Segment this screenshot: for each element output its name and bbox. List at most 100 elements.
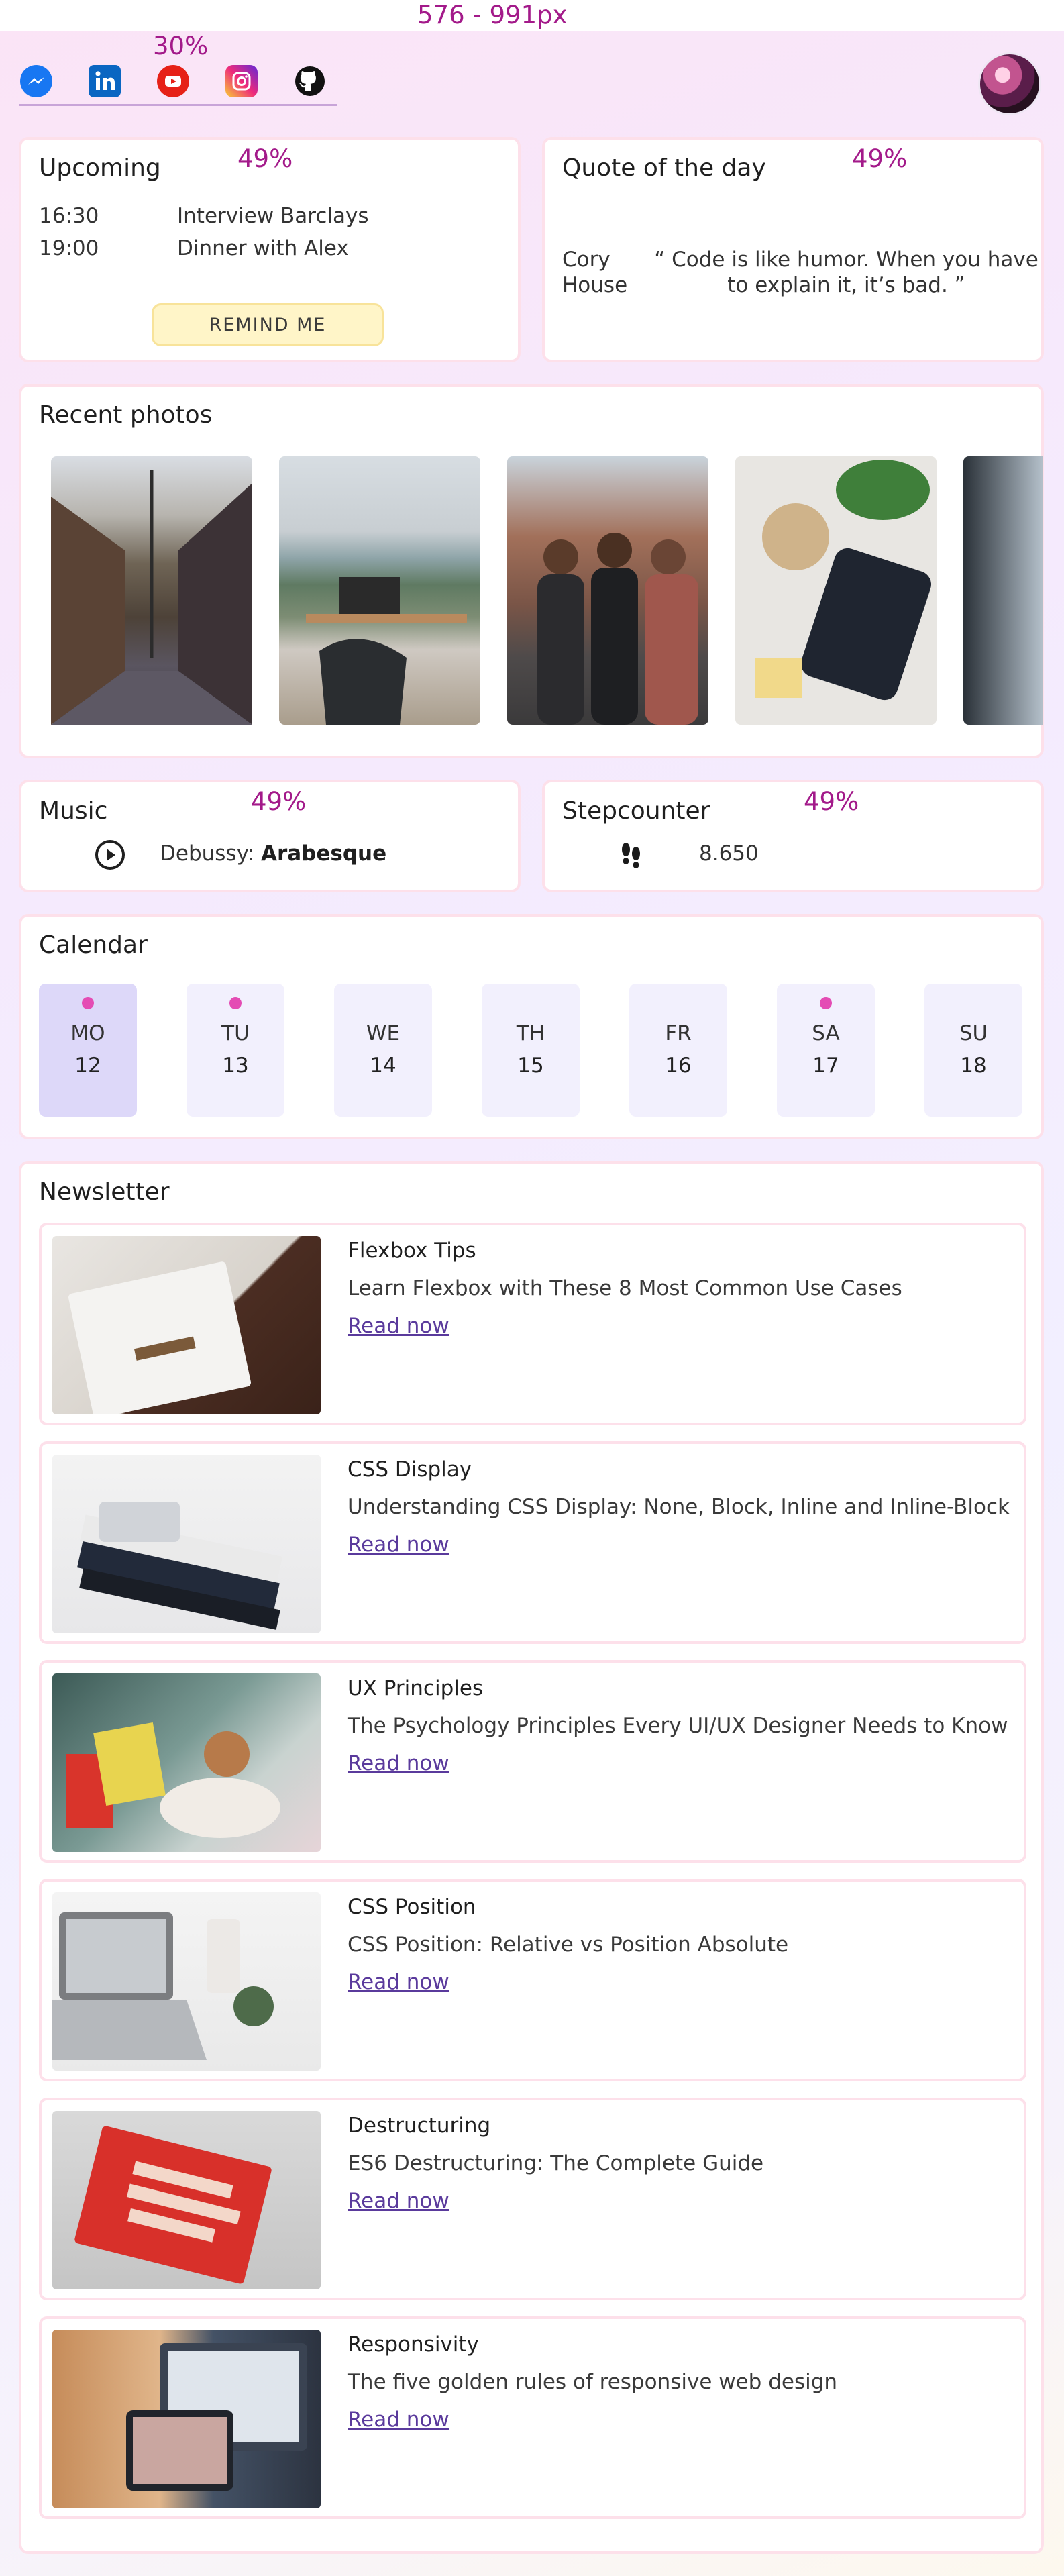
day-number: 18 — [960, 1053, 987, 1078]
day-name: WE — [366, 1021, 401, 1045]
read-now-link[interactable]: Read now — [348, 1970, 449, 1994]
footsteps-icon — [615, 839, 647, 876]
play-icon[interactable] — [94, 839, 126, 871]
event-dot — [82, 997, 94, 1009]
event-dot — [820, 997, 832, 1009]
article-title: UX Principles — [348, 1676, 484, 1700]
day-name: FR — [665, 1021, 692, 1045]
github-icon[interactable] — [294, 65, 326, 97]
day-number: 15 — [517, 1053, 544, 1078]
newsletter-card: Newsletter Flexbox Tips Learn Flexbox wi… — [19, 1161, 1044, 2554]
calendar-title: Calendar — [39, 931, 148, 959]
calendar-day[interactable]: WE 14 — [334, 984, 432, 1117]
track-title: Arabesque — [260, 841, 387, 866]
photo-friends[interactable] — [507, 456, 708, 725]
article-title: Responsivity — [348, 2332, 479, 2357]
photo-strip[interactable] — [51, 456, 1043, 725]
newsletter-item: Flexbox Tips Learn Flexbox with These 8 … — [39, 1223, 1026, 1425]
article-description: The Psychology Principles Every UI/UX De… — [348, 1714, 1008, 1738]
upcoming-card: Upcoming 49% 16:30 Interview Barclays 19… — [19, 137, 521, 362]
newsletter-title: Newsletter — [39, 1178, 170, 1206]
article-title: CSS Position — [348, 1895, 476, 1919]
article-description: The five golden rules of responsive web … — [348, 2370, 838, 2394]
day-number: 13 — [222, 1053, 249, 1078]
breakpoint-label: 576 - 991px — [417, 1, 568, 30]
day-number: 17 — [812, 1053, 839, 1078]
read-now-link[interactable]: Read now — [348, 2189, 449, 2213]
calendar-day[interactable]: SA 17 — [777, 984, 875, 1117]
article-title: CSS Display — [348, 1457, 472, 1482]
music-card: Music 49% Debussy: Arabesque — [19, 780, 521, 892]
article-description: Understanding CSS Display: None, Block, … — [348, 1495, 1010, 1519]
calendar-day[interactable]: TU 13 — [187, 984, 284, 1117]
newsletter-item: Destructuring ES6 Destructuring: The Com… — [39, 2098, 1026, 2300]
day-number: 12 — [74, 1053, 101, 1078]
quote-card: Quote of the day 49% Cory House “ Code i… — [542, 137, 1044, 362]
article-image — [52, 1455, 321, 1633]
play-button[interactable] — [94, 839, 126, 876]
article-description: CSS Position: Relative vs Position Absol… — [348, 1933, 789, 1957]
social-width-label: 30% — [153, 32, 209, 60]
article-image — [52, 1236, 321, 1414]
read-now-link[interactable]: Read now — [348, 1751, 449, 1775]
linkedin-icon[interactable] — [89, 65, 121, 97]
read-now-link[interactable]: Read now — [348, 2408, 449, 2432]
calendar-day[interactable]: MO 12 — [39, 984, 137, 1117]
stepcounter-title: Stepcounter — [562, 797, 710, 825]
photo-travel-bag[interactable] — [735, 456, 937, 725]
article-image — [52, 2111, 321, 2289]
event-time: 19:00 — [39, 236, 99, 260]
social-bar — [19, 62, 337, 106]
day-name: SA — [812, 1021, 840, 1045]
day-number: 16 — [665, 1053, 692, 1078]
quote-author: Cory House — [562, 248, 628, 297]
day-name: TH — [516, 1021, 545, 1045]
calendar-day[interactable]: FR 16 — [629, 984, 727, 1117]
day-name: TU — [221, 1021, 250, 1045]
recent-photos-title: Recent photos — [39, 401, 213, 429]
calendar-day[interactable]: SU 18 — [924, 984, 1022, 1117]
stepcounter-width-label: 49% — [804, 787, 859, 816]
track-info: Debussy: Arabesque — [160, 841, 386, 866]
photo-desk-view[interactable] — [279, 456, 480, 725]
article-image — [52, 2330, 321, 2508]
stepcounter-card: Stepcounter 49% 8.650 — [542, 780, 1044, 892]
photo-alley[interactable] — [51, 456, 252, 725]
youtube-icon[interactable] — [157, 65, 189, 97]
event-name: Dinner with Alex — [177, 236, 349, 260]
recent-photos-card: Recent photos — [19, 384, 1044, 758]
messenger-icon[interactable] — [20, 65, 52, 97]
quote-text: “ Code is like humor. When you have to e… — [654, 248, 1039, 297]
event-name: Interview Barclays — [177, 204, 369, 228]
read-now-link[interactable]: Read now — [348, 1314, 449, 1338]
step-count: 8.650 — [699, 841, 759, 866]
quote-title: Quote of the day — [562, 154, 766, 182]
day-name: MO — [70, 1021, 105, 1045]
newsletter-item: UX Principles The Psychology Principles … — [39, 1660, 1026, 1863]
remind-me-button[interactable]: REMIND ME — [152, 303, 384, 346]
instagram-icon[interactable] — [225, 65, 258, 97]
read-now-link[interactable]: Read now — [348, 1533, 449, 1557]
calendar-day[interactable]: TH 15 — [482, 984, 580, 1117]
day-name: SU — [959, 1021, 988, 1045]
event-dot — [229, 997, 242, 1009]
day-number: 14 — [370, 1053, 396, 1078]
article-description: Learn Flexbox with These 8 Most Common U… — [348, 1276, 902, 1300]
article-image — [52, 1673, 321, 1852]
track-composer: Debussy: — [160, 841, 255, 866]
article-image — [52, 1892, 321, 2071]
music-title: Music — [39, 797, 108, 825]
avatar[interactable] — [978, 52, 1041, 115]
newsletter-item: CSS Display Understanding CSS Display: N… — [39, 1441, 1026, 1644]
calendar-card: Calendar MO 12 TU 13 WE 14 TH 15 FR 16 S… — [19, 914, 1044, 1139]
upcoming-width-label: 49% — [237, 144, 293, 173]
newsletter-item: Responsivity The five golden rules of re… — [39, 2316, 1026, 2519]
article-title: Flexbox Tips — [348, 1239, 476, 1263]
quote-width-label: 49% — [852, 144, 908, 173]
event-time: 16:30 — [39, 204, 99, 228]
photo-window[interactable] — [963, 456, 1043, 725]
newsletter-item: CSS Position CSS Position: Relative vs P… — [39, 1879, 1026, 2081]
article-description: ES6 Destructuring: The Complete Guide — [348, 2151, 764, 2175]
music-width-label: 49% — [251, 787, 307, 816]
upcoming-title: Upcoming — [39, 154, 161, 182]
